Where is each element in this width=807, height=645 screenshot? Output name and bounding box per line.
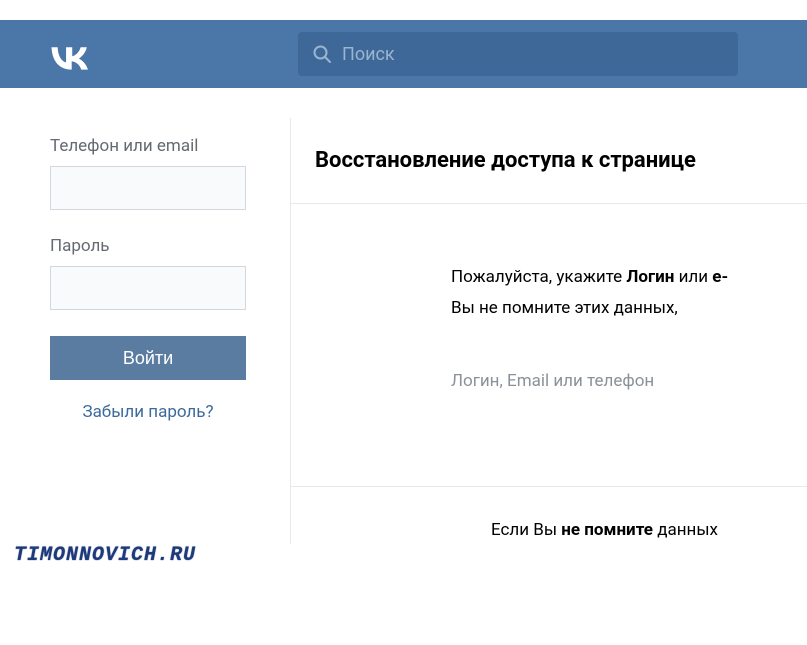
recovery-panel: Восстановление доступа к странице Пожалу… <box>290 118 807 544</box>
recovery-title: Восстановление доступа к странице <box>315 148 783 173</box>
footer-bold: не помните <box>561 520 653 540</box>
separator <box>291 486 807 487</box>
recovery-hint-line2: Вы не помните этих данных, <box>451 295 807 322</box>
vk-logo[interactable] <box>42 37 98 71</box>
footer-suffix: данных <box>653 520 718 540</box>
hint-bold-email: e- <box>712 267 728 287</box>
recovery-input-placeholder[interactable]: Логин, Email или телефон <box>451 368 807 395</box>
password-label: Пароль <box>50 236 246 256</box>
footer-prefix: Если Вы <box>491 520 561 540</box>
search-icon <box>312 44 332 64</box>
search-box[interactable]: Поиск <box>298 32 738 76</box>
content-area: Телефон или email Пароль Войти Забыли па… <box>0 88 807 544</box>
forgot-password-link[interactable]: Забыли пароль? <box>50 402 246 422</box>
hint-mid: или <box>674 267 712 287</box>
hint-bold-login: Логин <box>626 267 674 287</box>
recovery-body: Пожалуйста, укажите Логин или e- Вы не п… <box>291 204 807 544</box>
recovery-footer: Если Вы не помните данных <box>451 517 807 544</box>
recovery-header: Восстановление доступа к странице <box>291 118 807 204</box>
password-input[interactable] <box>50 266 246 310</box>
phone-email-input[interactable] <box>50 166 246 210</box>
login-sidebar: Телефон или email Пароль Войти Забыли па… <box>30 118 266 544</box>
search-placeholder: Поиск <box>342 44 395 65</box>
recovery-hint-line1: Пожалуйста, укажите Логин или e- <box>451 264 807 291</box>
top-header: Поиск <box>0 20 807 88</box>
login-button[interactable]: Войти <box>50 336 246 380</box>
phone-email-label: Телефон или email <box>50 136 246 156</box>
watermark: TIMONNOVICH.RU <box>14 544 196 567</box>
vk-logo-icon <box>42 37 98 71</box>
hint-prefix: Пожалуйста, укажите <box>451 267 626 287</box>
